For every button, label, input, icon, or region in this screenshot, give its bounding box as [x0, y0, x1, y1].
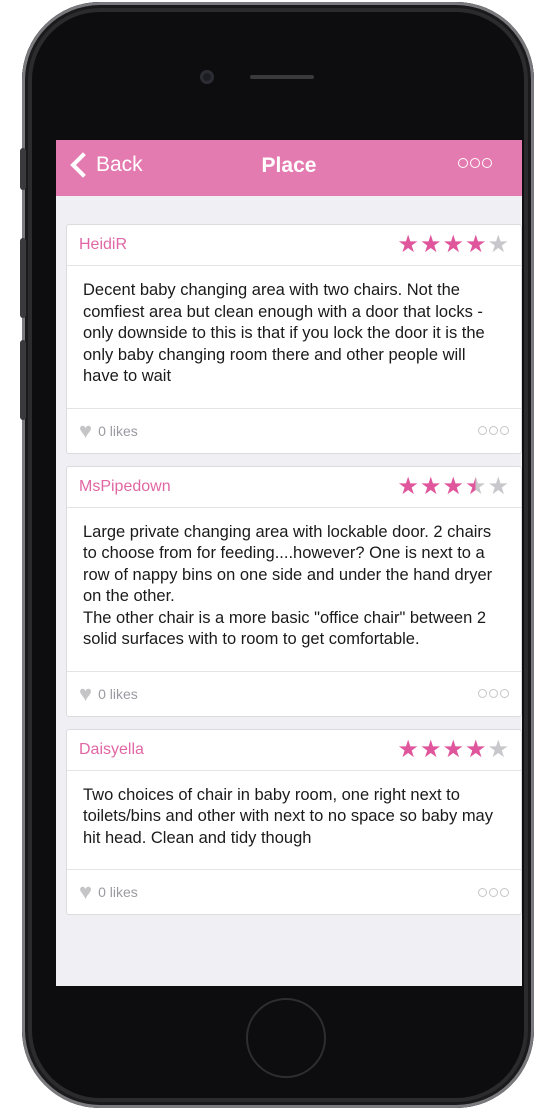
front-camera-icon: [200, 70, 214, 84]
heart-icon: ♥: [79, 879, 93, 904]
page-title: Place: [261, 154, 317, 177]
star-rating: ★ ★ ★ ★ ★: [397, 735, 509, 763]
volume-down-button: [20, 340, 26, 420]
star-rating: ★ ★ ★ ★ ★: [397, 233, 509, 257]
star-icon: ★: [419, 231, 442, 258]
like-button[interactable]: ♥ 0 likes: [79, 879, 138, 904]
more-dot-icon: [478, 426, 487, 435]
earpiece-speaker: [250, 75, 314, 79]
review-text: Two choices of chair in baby room, one r…: [67, 771, 521, 870]
star-icon: ★: [442, 735, 464, 763]
like-button[interactable]: ♥ 0 likes: [79, 680, 138, 706]
star-rating: ★ ★ ★ ★ ★: [397, 472, 509, 500]
likes-count: 0 likes: [98, 422, 138, 439]
review-author[interactable]: MsPipedown: [79, 478, 171, 496]
review-card: Daisyella ★ ★ ★ ★ ★ Two choices of chair in …: [66, 728, 522, 915]
review-more-button[interactable]: [478, 689, 509, 698]
review-list: HeidiR ★ ★ ★ ★ ★ Decent baby changing area w…: [66, 224, 522, 927]
more-options-button[interactable]: [458, 158, 492, 168]
star-icon: ★: [397, 231, 419, 258]
more-dot-icon: [500, 689, 509, 698]
review-footer: ♥ 0 likes: [67, 409, 521, 453]
review-author[interactable]: Daisyella: [79, 741, 144, 759]
review-footer: ♥ 0 likes: [67, 870, 521, 914]
likes-count: 0 likes: [98, 685, 138, 702]
volume-up-button: [20, 238, 26, 318]
more-dot-icon: [482, 158, 492, 168]
review-more-button[interactable]: [478, 887, 509, 897]
review-more-button[interactable]: [478, 426, 509, 435]
review-header: MsPipedown ★ ★ ★ ★ ★: [67, 467, 521, 508]
review-card: HeidiR ★ ★ ★ ★ ★ Decent baby changing area w…: [66, 224, 522, 454]
review-text: Large private changing area with lockabl…: [67, 508, 521, 672]
more-dot-icon: [478, 887, 487, 897]
more-dot-icon: [489, 426, 498, 435]
star-icon: ★: [419, 735, 442, 763]
star-icon: ★: [464, 735, 487, 763]
heart-icon: ♥: [79, 417, 93, 443]
star-icon: ★: [442, 231, 464, 258]
star-icon: ★: [397, 735, 419, 763]
star-icon: ★: [487, 231, 509, 258]
star-icon: ★: [397, 472, 419, 500]
home-button[interactable]: [246, 998, 326, 1078]
more-dot-icon: [478, 689, 487, 698]
review-header: HeidiR ★ ★ ★ ★ ★: [67, 225, 521, 266]
more-dot-icon: [489, 887, 498, 897]
review-card: MsPipedown ★ ★ ★ ★ ★ Large private changing …: [66, 465, 522, 717]
star-icon: ★: [442, 472, 464, 500]
navigation-bar: Back Place: [56, 140, 522, 196]
mute-switch: [20, 148, 26, 190]
review-author[interactable]: HeidiR: [79, 236, 127, 254]
review-header: Daisyella ★ ★ ★ ★ ★: [67, 730, 521, 771]
more-dot-icon: [500, 426, 509, 435]
heart-icon: ♥: [79, 680, 93, 706]
more-dot-icon: [500, 887, 509, 897]
more-dot-icon: [458, 158, 468, 168]
star-icon: ★: [464, 231, 487, 258]
likes-count: 0 likes: [98, 884, 138, 900]
more-dot-icon: [489, 689, 498, 698]
star-icon: ★: [487, 472, 509, 500]
review-footer: ♥ 0 likes: [67, 672, 521, 716]
review-text: Decent baby changing area with two chair…: [67, 266, 521, 409]
app-screen: Back Place HeidiR ★ ★ ★ ★ ★ Decent baby chan…: [56, 140, 522, 986]
star-icon: ★: [487, 735, 509, 763]
star-icon: ★: [419, 472, 442, 500]
star-icon: ★: [464, 472, 487, 500]
like-button[interactable]: ♥ 0 likes: [79, 417, 138, 443]
more-dot-icon: [470, 158, 480, 168]
